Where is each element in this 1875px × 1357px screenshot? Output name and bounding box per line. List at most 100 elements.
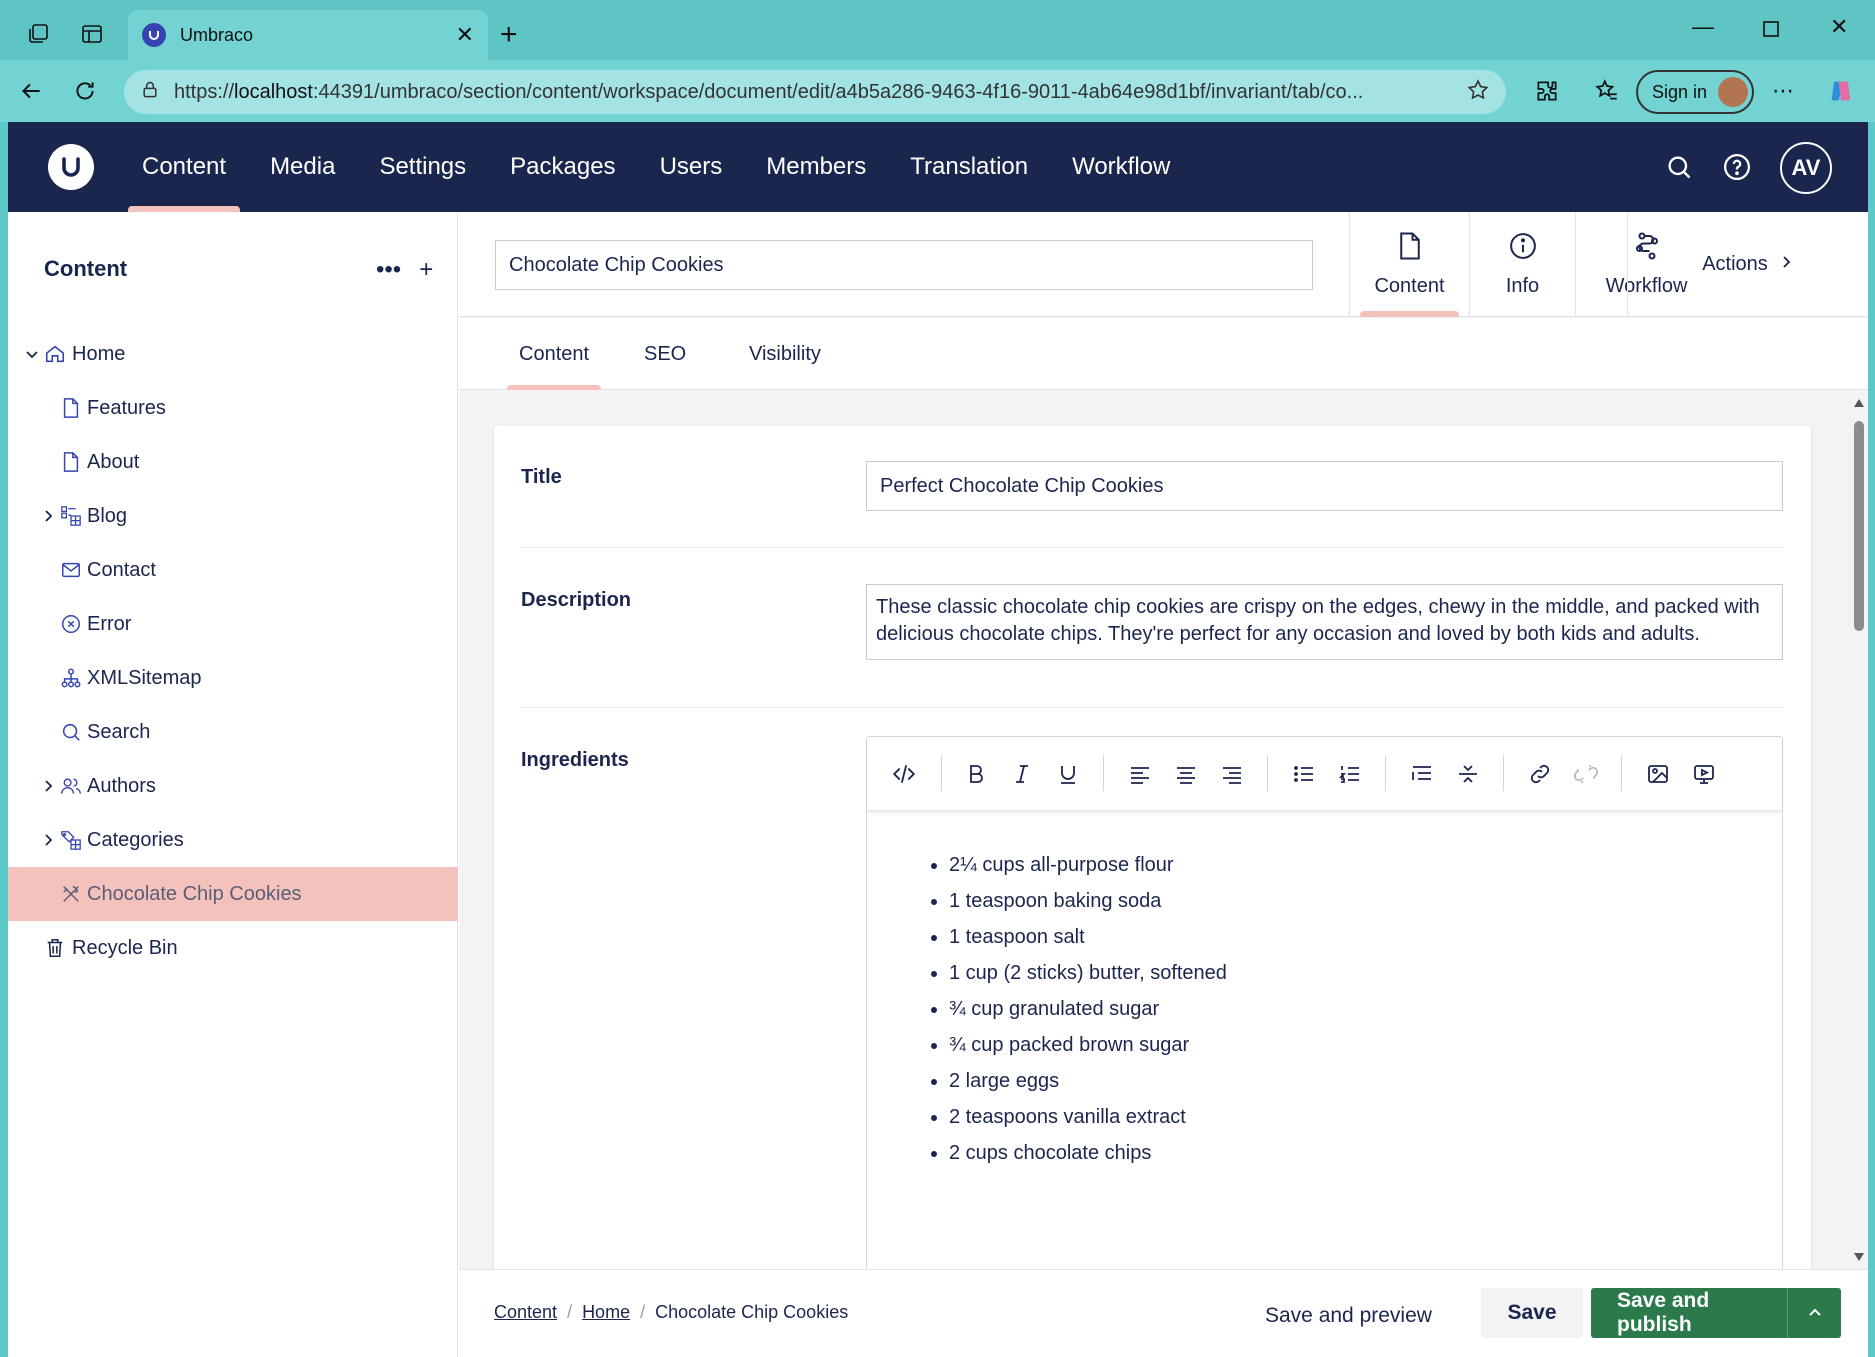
minimize-icon[interactable]: — — [1692, 14, 1714, 40]
address-bar[interactable]: https://localhost:44391/umbraco/section/… — [124, 70, 1506, 114]
save-button[interactable]: Save — [1481, 1288, 1583, 1338]
close-tab-icon[interactable]: ✕ — [456, 22, 474, 48]
tab-seo[interactable]: SEO — [644, 318, 686, 390]
help-icon[interactable] — [1716, 146, 1758, 188]
align-right-icon[interactable] — [1217, 759, 1247, 789]
more-options-icon[interactable]: ••• — [376, 256, 401, 284]
new-tab-icon[interactable]: + — [500, 18, 518, 52]
nav-workflow[interactable]: Workflow — [1050, 122, 1192, 212]
breadcrumb-home[interactable]: Home — [582, 1302, 630, 1323]
document-icon — [60, 451, 82, 473]
refresh-icon[interactable] — [70, 76, 100, 106]
tree-item-about[interactable]: About — [8, 435, 458, 489]
url-text[interactable]: https://localhost:44391/umbraco/section/… — [174, 81, 1452, 104]
back-icon[interactable] — [16, 76, 46, 106]
chevron-right-icon[interactable] — [40, 508, 56, 524]
search-icon[interactable] — [1658, 146, 1700, 188]
bullet-list-icon[interactable] — [1289, 759, 1319, 789]
list-item: ¾ cup granulated sugar — [949, 991, 1227, 1027]
scroll-up-icon[interactable] — [1854, 399, 1864, 407]
workspace-header: Chocolate Chip Cookies Content Info Work… — [459, 212, 1868, 317]
extensions-icon[interactable] — [1532, 76, 1562, 106]
favorite-star-icon[interactable] — [1466, 78, 1490, 107]
link-icon[interactable] — [1525, 759, 1555, 789]
toolbar-separator — [1103, 755, 1104, 791]
browser-window: Umbraco ✕ + — ✕ https://localhost:44391/… — [0, 0, 1875, 1357]
nav-translation[interactable]: Translation — [888, 122, 1050, 212]
tree-item-home[interactable]: Home — [8, 327, 458, 381]
scroll-down-icon[interactable] — [1854, 1253, 1864, 1261]
actions-menu[interactable]: Actions — [1627, 212, 1868, 317]
view-content[interactable]: Content — [1349, 212, 1469, 317]
tree-item-contact[interactable]: Contact — [8, 543, 458, 597]
tree-item-chocolate-chip-cookies[interactable]: Chocolate Chip Cookies — [8, 867, 458, 921]
chevron-right-icon[interactable] — [40, 832, 56, 848]
tree-item-label: XMLSitemap — [87, 666, 202, 689]
tab-actions-icon[interactable] — [78, 20, 106, 48]
tab-visibility[interactable]: Visibility — [749, 318, 821, 390]
tree-item-label: Recycle Bin — [72, 936, 178, 959]
nav-users[interactable]: Users — [638, 122, 745, 212]
chevron-down-icon[interactable] — [24, 346, 40, 362]
view-label: Content — [1374, 275, 1445, 297]
view-info[interactable]: Info — [1469, 212, 1575, 317]
title-input[interactable]: Perfect Chocolate Chip Cookies — [866, 461, 1783, 511]
chevron-right-icon — [1778, 253, 1794, 276]
tree-item-search[interactable]: Search — [8, 705, 458, 759]
tree-item-authors[interactable]: Authors — [8, 759, 458, 813]
toolbar-separator — [1385, 755, 1386, 791]
browser-tab-active[interactable]: Umbraco ✕ — [128, 10, 488, 60]
document-icon — [1397, 231, 1423, 267]
blockquote-icon[interactable] — [1407, 759, 1437, 789]
nav-settings[interactable]: Settings — [357, 122, 488, 212]
more-menu-icon[interactable]: ⋯ — [1768, 76, 1798, 106]
tab-content[interactable]: Content — [506, 318, 602, 390]
document-name-input[interactable]: Chocolate Chip Cookies — [495, 240, 1313, 290]
copilot-icon[interactable] — [1826, 76, 1856, 106]
sign-in-button[interactable]: Sign in — [1636, 70, 1754, 114]
bold-icon[interactable] — [961, 759, 991, 789]
unlink-icon[interactable] — [1571, 759, 1601, 789]
user-avatar[interactable]: AV — [1780, 142, 1832, 194]
insert-media-icon[interactable] — [1689, 759, 1719, 789]
workspace-scrollbar[interactable] — [1850, 391, 1868, 1269]
horizontal-rule-icon[interactable] — [1453, 759, 1483, 789]
tree-item-blog[interactable]: Blog — [8, 489, 458, 543]
lock-icon[interactable] — [140, 80, 160, 105]
chevron-up-icon[interactable] — [1787, 1288, 1841, 1338]
align-left-icon[interactable] — [1125, 759, 1155, 789]
tree-item-recycle-bin[interactable]: Recycle Bin — [8, 921, 458, 975]
divider — [521, 707, 1784, 708]
save-and-publish-button[interactable]: Save and publish — [1591, 1288, 1841, 1338]
main-navigation: Content Media Settings Packages Users Me… — [120, 122, 1192, 212]
close-window-icon[interactable]: ✕ — [1830, 14, 1848, 40]
save-and-preview-button[interactable]: Save and preview — [1265, 1292, 1432, 1340]
description-textarea[interactable]: These classic chocolate chip cookies are… — [866, 584, 1783, 660]
chevron-right-icon[interactable] — [40, 778, 56, 794]
maximize-icon[interactable] — [1762, 18, 1780, 44]
tree-item-error[interactable]: Error — [8, 597, 458, 651]
nav-members[interactable]: Members — [744, 122, 888, 212]
tree-item-xmlsitemap[interactable]: XMLSitemap — [8, 651, 458, 705]
nav-content[interactable]: Content — [120, 122, 248, 212]
underline-icon[interactable] — [1053, 759, 1083, 789]
workspaces-icon[interactable] — [24, 20, 52, 48]
nav-packages[interactable]: Packages — [488, 122, 637, 212]
italic-icon[interactable] — [1007, 759, 1037, 789]
tree-item-label: Search — [87, 720, 151, 743]
breadcrumb-current: Chocolate Chip Cookies — [655, 1302, 849, 1322]
align-center-icon[interactable] — [1171, 759, 1201, 789]
insert-image-icon[interactable] — [1643, 759, 1673, 789]
tree-item-categories[interactable]: Categories — [8, 813, 458, 867]
nav-media[interactable]: Media — [248, 122, 357, 212]
umbraco-logo-icon[interactable] — [48, 144, 94, 190]
rte-content[interactable]: 2¼ cups all-purpose flour 1 teaspoon bak… — [927, 847, 1227, 1171]
numbered-list-icon[interactable] — [1335, 759, 1365, 789]
scroll-thumb[interactable] — [1854, 421, 1864, 631]
source-code-icon[interactable] — [889, 759, 919, 789]
breadcrumb-content[interactable]: Content — [494, 1302, 557, 1323]
favorites-icon[interactable] — [1592, 76, 1622, 106]
workspace-footer: Content / Home / Chocolate Chip Cookies … — [459, 1269, 1868, 1357]
add-icon[interactable]: + — [419, 256, 433, 284]
tree-item-features[interactable]: Features — [8, 381, 458, 435]
